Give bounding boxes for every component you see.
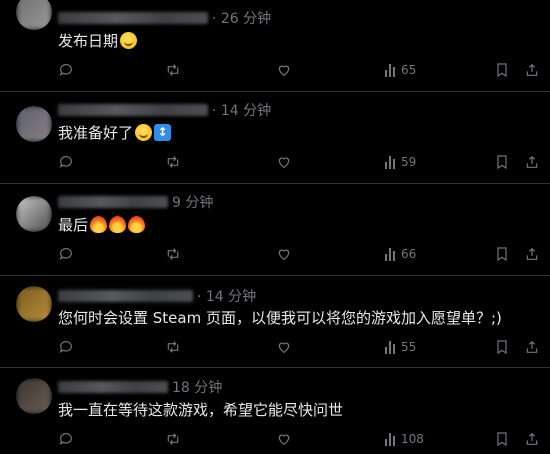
reply-item[interactable]: 18 分钟 我一直在等待这款游戏，希望它能尽快问世 108 — [0, 368, 550, 454]
repost-button[interactable] — [165, 246, 181, 262]
smile-emoji-icon — [135, 124, 153, 141]
redacted-username[interactable] — [58, 381, 168, 393]
reply-item[interactable]: · 14 分钟 我准备好了 ↕ 59 — [0, 92, 550, 184]
reply-feed: · 26 分钟 发布日期 65 · 14 分钟 我准备好了 ↕ 59 9 分钟 … — [0, 0, 550, 454]
smile-emoji-icon — [120, 32, 138, 49]
avatar[interactable] — [16, 286, 52, 322]
heart-icon — [278, 249, 290, 261]
timestamp[interactable]: 9 分钟 — [172, 192, 213, 212]
bookmark-icon — [497, 155, 507, 170]
timestamp[interactable]: 18 分钟 — [172, 377, 222, 397]
repost-button[interactable] — [165, 431, 181, 447]
reply-text: 最后 — [58, 216, 89, 234]
views-count: 108 — [401, 432, 424, 446]
bookmark-icon — [497, 247, 507, 262]
avatar[interactable] — [16, 378, 52, 414]
reply-text: 我准备好了 — [58, 124, 134, 142]
bookmark-button[interactable] — [494, 154, 510, 170]
heart-icon — [278, 434, 290, 446]
reply-icon — [59, 248, 72, 260]
views-icon — [385, 155, 395, 169]
reply-text: 您何时会设置 Steam 页面，以便我可以将您的游戏加入愿望单？;) — [58, 309, 502, 327]
share-icon — [526, 432, 538, 445]
views-count: 55 — [401, 340, 417, 354]
share-icon — [526, 247, 538, 260]
repost-button[interactable] — [165, 154, 181, 170]
like-button[interactable] — [276, 154, 292, 170]
views-icon — [385, 432, 395, 446]
like-button[interactable] — [276, 339, 292, 355]
views-count: 65 — [401, 63, 417, 77]
share-button[interactable] — [524, 154, 540, 170]
reply-icon — [59, 156, 72, 168]
reply-button[interactable] — [58, 62, 74, 78]
bookmark-button[interactable] — [494, 62, 510, 78]
views-count: 66 — [401, 247, 417, 261]
fire-emoji-icon — [109, 216, 127, 233]
share-icon — [526, 155, 538, 168]
reply-item[interactable]: · 26 分钟 发布日期 65 — [0, 0, 550, 92]
timestamp[interactable]: · 14 分钟 — [212, 100, 271, 120]
fire-emoji-icon — [90, 216, 108, 233]
repost-button[interactable] — [165, 62, 181, 78]
up-down-arrow-emoji-icon: ↕ — [154, 124, 172, 141]
avatar[interactable] — [16, 196, 52, 232]
heart-icon — [278, 65, 290, 77]
reply-icon — [59, 64, 72, 76]
repost-icon — [167, 156, 179, 168]
repost-icon — [167, 341, 179, 353]
share-button[interactable] — [524, 339, 540, 355]
like-button[interactable] — [276, 246, 292, 262]
redacted-username[interactable] — [58, 104, 208, 116]
share-button[interactable] — [524, 246, 540, 262]
heart-icon — [278, 157, 290, 169]
views-icon — [385, 63, 395, 77]
redacted-username[interactable] — [58, 196, 168, 208]
heart-icon — [278, 342, 290, 354]
views-button[interactable]: 65 — [385, 63, 416, 77]
repost-icon — [167, 433, 179, 445]
views-button[interactable]: 108 — [385, 432, 424, 446]
views-icon — [385, 247, 395, 261]
reply-text: 发布日期 — [58, 32, 119, 50]
views-button[interactable]: 55 — [385, 340, 416, 354]
reply-button[interactable] — [58, 339, 74, 355]
avatar[interactable] — [16, 0, 52, 30]
share-icon — [526, 340, 538, 353]
repost-icon — [167, 64, 179, 76]
repost-button[interactable] — [165, 339, 181, 355]
reply-button[interactable] — [58, 431, 74, 447]
bookmark-icon — [497, 432, 507, 447]
repost-icon — [167, 248, 179, 260]
share-button[interactable] — [524, 431, 540, 447]
redacted-username[interactable] — [58, 12, 208, 24]
views-count: 59 — [401, 155, 417, 169]
bookmark-button[interactable] — [494, 339, 510, 355]
bookmark-icon — [497, 63, 507, 78]
reply-item[interactable]: 9 分钟 最后 66 — [0, 184, 550, 276]
bookmark-button[interactable] — [494, 431, 510, 447]
timestamp[interactable]: · 14 分钟 — [197, 286, 256, 306]
views-icon — [385, 340, 395, 354]
like-button[interactable] — [276, 62, 292, 78]
reply-icon — [59, 341, 72, 353]
avatar[interactable] — [16, 106, 52, 142]
reply-button[interactable] — [58, 246, 74, 262]
share-button[interactable] — [524, 62, 540, 78]
reply-text: 我一直在等待这款游戏，希望它能尽快问世 — [58, 401, 344, 419]
like-button[interactable] — [276, 431, 292, 447]
reply-button[interactable] — [58, 154, 74, 170]
reply-item[interactable]: · 14 分钟 您何时会设置 Steam 页面，以便我可以将您的游戏加入愿望单？… — [0, 276, 550, 368]
views-button[interactable]: 66 — [385, 247, 416, 261]
redacted-username[interactable] — [58, 290, 193, 302]
bookmark-icon — [497, 340, 507, 355]
timestamp[interactable]: · 26 分钟 — [212, 8, 271, 28]
share-icon — [526, 63, 538, 76]
fire-emoji-icon — [128, 216, 146, 233]
views-button[interactable]: 59 — [385, 155, 416, 169]
reply-icon — [59, 433, 72, 445]
bookmark-button[interactable] — [494, 246, 510, 262]
